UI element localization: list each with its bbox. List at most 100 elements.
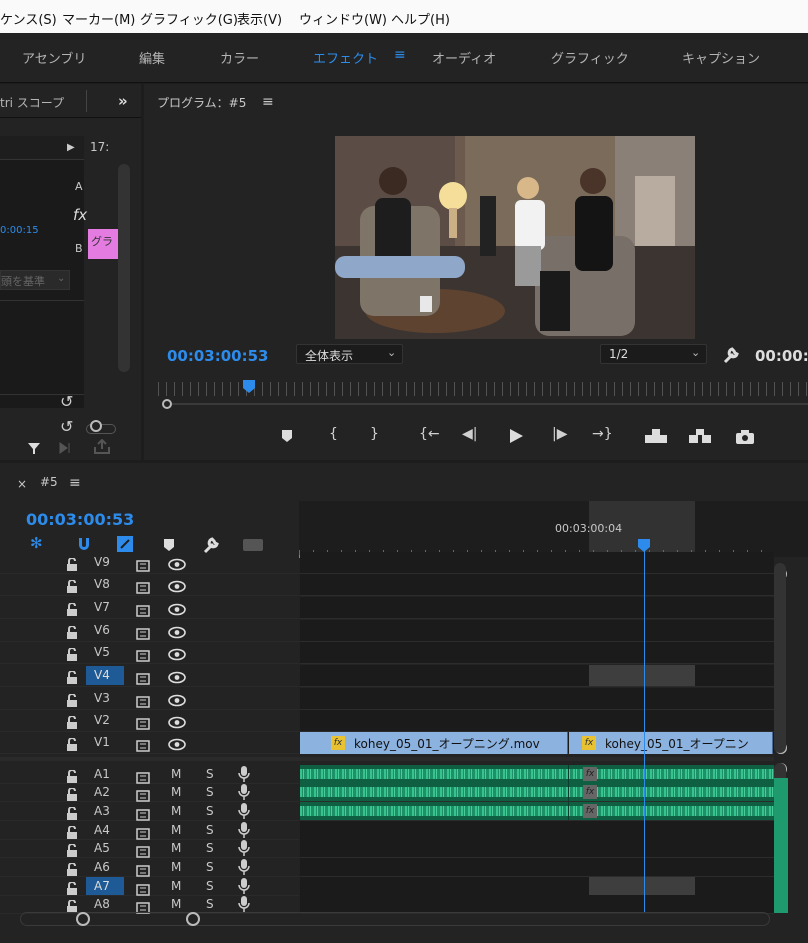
go-to-in-icon[interactable]: {← — [419, 426, 440, 442]
solo-button[interactable]: S — [206, 841, 214, 855]
solo-button[interactable]: S — [206, 897, 214, 911]
play-triangle-icon[interactable]: ▶ — [67, 142, 75, 153]
mute-button[interactable]: M — [171, 860, 181, 874]
video-clip[interactable]: fx kohey_05_01_オープニング.mov — [300, 732, 568, 754]
video-scrollbar[interactable] — [774, 563, 786, 753]
fx-badge[interactable]: fx — [582, 736, 596, 750]
lock-icon[interactable] — [66, 861, 78, 876]
solo-button[interactable]: S — [206, 767, 214, 781]
video-track-lane[interactable] — [300, 620, 774, 642]
lift-icon[interactable] — [644, 428, 668, 444]
video-track-lane[interactable] — [300, 688, 774, 710]
add-marker-icon[interactable] — [163, 538, 175, 552]
fx-badge[interactable]: fx — [583, 767, 597, 781]
track-name[interactable]: V8 — [86, 575, 124, 594]
track-name[interactable]: V7 — [86, 598, 124, 617]
workspace-assembly[interactable]: アセンブリ — [22, 48, 86, 67]
program-monitor-title[interactable]: プログラム：#5 — [157, 94, 246, 111]
lock-icon[interactable] — [66, 692, 78, 707]
lock-icon[interactable] — [66, 646, 78, 661]
export-icon[interactable] — [92, 439, 112, 455]
reset-icon[interactable]: ↺ — [60, 417, 73, 436]
zoom-handle[interactable] — [90, 420, 102, 432]
lock-icon[interactable] — [66, 669, 78, 684]
eye-icon[interactable] — [168, 601, 186, 620]
eye-icon[interactable] — [168, 736, 186, 755]
mark-in-icon[interactable]: { — [329, 426, 338, 442]
audio-track-lane[interactable] — [300, 821, 774, 840]
program-zoom-bar[interactable] — [164, 403, 808, 405]
audio-track-lane[interactable] — [300, 877, 774, 896]
timeline-timecode[interactable]: 00:03:00:53 — [26, 510, 134, 529]
fx-icon[interactable]: fx — [73, 206, 87, 224]
sequence-tab[interactable]: #5 — [40, 475, 58, 489]
video-clip[interactable]: fx kohey_05_01_オープニン — [569, 732, 773, 754]
close-icon[interactable]: × — [17, 477, 27, 491]
menu-sequence[interactable]: ケンス(S) — [0, 9, 57, 28]
eye-icon[interactable] — [168, 714, 186, 733]
lock-icon[interactable] — [66, 768, 78, 783]
video-track-lane[interactable] — [300, 710, 774, 732]
track-name[interactable]: A3 — [86, 802, 124, 820]
workspace-edit[interactable]: 編集 — [139, 48, 165, 67]
workspace-audio[interactable]: オーディオ — [432, 48, 496, 67]
eye-icon[interactable] — [168, 669, 186, 688]
menu-help[interactable]: ヘルプ(H) — [391, 9, 450, 28]
zoom-handle-right[interactable] — [186, 912, 200, 926]
playhead-icon[interactable] — [242, 380, 256, 394]
video-track-lane[interactable] — [300, 665, 774, 687]
video-track-lane[interactable] — [300, 597, 774, 619]
workspace-graphics[interactable]: グラフィック — [551, 48, 629, 67]
track-name[interactable]: A6 — [86, 858, 124, 876]
lock-icon[interactable] — [66, 898, 78, 913]
track-name[interactable]: V9 — [86, 553, 124, 572]
workspace-menu-icon[interactable]: ≡ — [394, 47, 406, 63]
go-to-out-icon[interactable]: →} — [592, 426, 613, 442]
lock-icon[interactable] — [66, 786, 78, 801]
panel-title[interactable]: tri スコープ — [0, 94, 64, 111]
reset-icon[interactable]: ↺ — [60, 392, 73, 411]
audio-clip[interactable]: fx — [300, 765, 774, 783]
captions-icon[interactable] — [242, 538, 264, 552]
program-timecode[interactable]: 00:03:00:53 — [167, 347, 269, 365]
lock-icon[interactable] — [66, 714, 78, 729]
mute-button[interactable]: M — [171, 897, 181, 911]
play-icon[interactable] — [508, 428, 524, 444]
sync-lock-icon[interactable] — [136, 602, 150, 621]
step-forward-icon[interactable]: |▶ — [552, 426, 567, 442]
track-name[interactable]: A7 — [86, 877, 124, 895]
workspace-captions[interactable]: キャプション — [682, 48, 760, 67]
video-track-lane[interactable] — [300, 642, 774, 664]
panel-overflow-icon[interactable]: » — [118, 92, 128, 110]
solo-button[interactable]: S — [206, 804, 214, 818]
eye-icon[interactable] — [168, 556, 186, 575]
extract-icon[interactable] — [688, 428, 712, 444]
audio-track-lane[interactable] — [300, 839, 774, 858]
menu-marker[interactable]: マーカー(M) — [62, 9, 135, 28]
solo-button[interactable]: S — [206, 785, 214, 799]
mute-button[interactable]: M — [171, 841, 181, 855]
audio-clip[interactable]: fx — [300, 783, 774, 801]
lock-icon[interactable] — [66, 842, 78, 857]
mute-button[interactable]: M — [171, 804, 181, 818]
mute-button[interactable]: M — [171, 879, 181, 893]
track-name[interactable]: V6 — [86, 621, 124, 640]
lock-icon[interactable] — [66, 556, 78, 571]
audio-clip[interactable]: fx — [300, 802, 774, 820]
lock-icon[interactable] — [66, 601, 78, 616]
graphic-clip[interactable]: グラ — [88, 229, 118, 259]
align-dropdown[interactable]: 頭を基準 ⌄ — [0, 270, 70, 290]
track-name[interactable]: V2 — [86, 711, 124, 730]
mute-button[interactable]: M — [171, 767, 181, 781]
lock-icon[interactable] — [66, 805, 78, 820]
fx-badge[interactable]: fx — [331, 736, 345, 750]
track-name[interactable]: A2 — [86, 783, 124, 801]
eye-icon[interactable] — [168, 624, 186, 643]
menu-window[interactable]: ウィンドウ(W) — [299, 9, 387, 28]
zoom-handle[interactable] — [162, 399, 172, 409]
mute-button[interactable]: M — [171, 785, 181, 799]
linked-selection-icon[interactable] — [116, 535, 134, 553]
track-name[interactable]: V1 — [86, 733, 124, 752]
vertical-scrollbar[interactable] — [118, 164, 130, 372]
eye-icon[interactable] — [168, 692, 186, 711]
